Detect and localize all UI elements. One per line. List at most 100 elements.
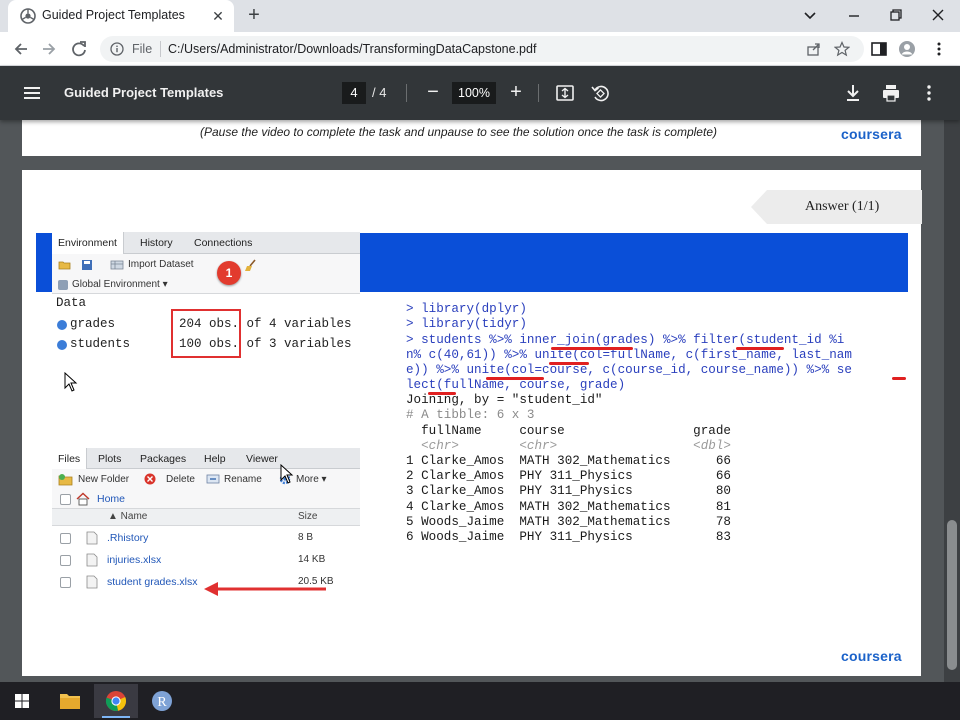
file-icon [86, 575, 98, 589]
forward-icon[interactable] [38, 38, 60, 60]
chrome-icon [106, 691, 127, 712]
zoom-in-button[interactable]: + [505, 82, 527, 104]
page-caption: (Pause the video to complete the task an… [200, 125, 717, 139]
mouse-cursor-icon [280, 464, 294, 484]
console-line: Joining, by = "student_id" [406, 393, 603, 407]
more-button[interactable]: More ▾ [296, 474, 327, 485]
kebab-icon[interactable] [930, 40, 948, 58]
file-name[interactable]: .Rhistory [107, 532, 148, 544]
delete-icon[interactable] [144, 473, 156, 485]
sidebar-icon[interactable] [870, 40, 888, 58]
browser-tab[interactable]: Guided Project Templates ✕ [8, 0, 234, 32]
pdf-scrollbar[interactable] [944, 120, 960, 682]
file-name[interactable]: injuries.xlsx [107, 554, 161, 566]
address-bar[interactable]: File C:/Users/Administrator/Downloads/Tr… [100, 36, 864, 62]
r-env-icon [58, 280, 68, 290]
rstudio-environment-panel: Environment History Connections Import D… [52, 232, 360, 372]
new-tab-button[interactable]: + [244, 5, 264, 26]
console-line: # A tibble: 6 x 3 [406, 408, 535, 422]
broom-icon[interactable] [244, 258, 258, 272]
pdf-more-icon[interactable] [918, 82, 940, 104]
tab-packages[interactable]: Packages [134, 448, 192, 470]
annotation-badge: 1 [217, 261, 241, 285]
rename-icon[interactable] [206, 473, 220, 485]
column-size[interactable]: Size [298, 511, 317, 522]
fit-page-icon[interactable] [554, 82, 576, 104]
tab-plots[interactable]: Plots [92, 448, 127, 470]
new-folder-button[interactable]: New Folder [78, 474, 129, 485]
open-folder-icon[interactable] [58, 258, 72, 272]
files-table-header: ▲ Name Size [52, 509, 360, 526]
file-row[interactable]: injuries.xlsx 14 KB [52, 549, 360, 571]
data-header: Data [56, 296, 87, 310]
tab-connections[interactable]: Connections [188, 232, 258, 254]
zoom-out-button[interactable]: − [422, 82, 444, 104]
share-icon[interactable] [806, 41, 822, 57]
save-icon[interactable] [80, 258, 94, 272]
close-window-icon[interactable] [926, 4, 950, 26]
reload-icon[interactable] [68, 38, 90, 60]
console-line: 2 Clarke_Amos PHY 311_Physics 66 [406, 469, 731, 483]
select-all-checkbox[interactable] [60, 494, 71, 505]
minimize-icon[interactable] [842, 4, 866, 26]
import-dataset-button[interactable]: Import Dataset [128, 259, 194, 270]
expand-icon[interactable] [57, 320, 67, 330]
annotation-arrow [204, 582, 326, 596]
r-icon[interactable]: R [140, 684, 184, 718]
toolbar-divider [538, 84, 539, 102]
import-dataset-icon[interactable] [110, 258, 124, 272]
download-icon[interactable] [842, 82, 864, 104]
info-icon[interactable] [110, 42, 124, 56]
profile-icon[interactable] [898, 40, 916, 58]
star-icon[interactable] [834, 41, 850, 57]
console-line: 1 Clarke_Amos MATH 302_Mathematics 66 [406, 454, 731, 468]
rename-button[interactable]: Rename [224, 474, 262, 485]
row-checkbox[interactable] [60, 533, 71, 544]
new-folder-icon[interactable] [58, 473, 74, 486]
tab-help[interactable]: Help [198, 448, 232, 470]
windows-start-icon[interactable] [0, 684, 44, 718]
zoom-input[interactable]: 100% [452, 82, 496, 104]
column-name[interactable]: ▲ Name [108, 511, 147, 522]
back-icon[interactable] [10, 38, 32, 60]
annotation-underline [486, 377, 544, 380]
chrome-taskbar-button[interactable] [94, 684, 138, 718]
env-object-name: students [70, 337, 131, 351]
close-icon[interactable]: ✕ [210, 8, 226, 24]
url-text[interactable]: C:/Users/Administrator/Downloads/Transfo… [168, 42, 536, 56]
coursera-logo: coursera [841, 126, 902, 142]
tab-environment[interactable]: Environment [52, 232, 124, 254]
restore-icon[interactable] [884, 4, 908, 26]
pdf-document-area[interactable]: (Pause the video to complete the task an… [0, 120, 960, 682]
answer-tag: Answer (1/1) [751, 190, 922, 224]
console-line: lect(fullName, course, grade) [406, 378, 626, 392]
row-checkbox[interactable] [60, 577, 71, 588]
file-row[interactable]: .Rhistory 8 B [52, 527, 360, 549]
console-line: 5 Woods_Jaime MATH 302_Mathematics 78 [406, 515, 731, 529]
page-number-input[interactable]: 4 [342, 82, 366, 104]
print-icon[interactable] [880, 82, 902, 104]
environment-scope[interactable]: Global Environment ▾ [52, 276, 360, 294]
row-checkbox[interactable] [60, 555, 71, 566]
page-total: / 4 [372, 85, 387, 100]
home-icon[interactable] [76, 492, 90, 506]
pdf-page-3: (Pause the video to complete the task an… [22, 120, 921, 156]
tab-title: Guided Project Templates [42, 8, 185, 22]
expand-icon[interactable] [57, 340, 67, 350]
scrollbar-thumb[interactable] [947, 520, 957, 670]
pdf-toolbar: Guided Project Templates 4 / 4 − 100% + [0, 66, 960, 120]
tab-history[interactable]: History [134, 232, 179, 254]
url-scheme: File [132, 42, 153, 56]
annotation-underline [892, 377, 906, 380]
chrome-page-icon [20, 8, 36, 24]
rotate-icon[interactable] [589, 82, 611, 104]
delete-button[interactable]: Delete [166, 474, 195, 485]
file-explorer-icon[interactable] [48, 684, 92, 718]
hamburger-icon[interactable] [22, 83, 42, 103]
tab-viewer[interactable]: Viewer [240, 448, 284, 470]
file-name[interactable]: student grades.xlsx [107, 576, 197, 588]
tab-files[interactable]: Files [52, 448, 88, 470]
breadcrumb-home[interactable]: Home [97, 493, 125, 505]
environment-tab-bar: Environment History Connections [52, 232, 360, 254]
tab-search-icon[interactable] [798, 4, 822, 26]
